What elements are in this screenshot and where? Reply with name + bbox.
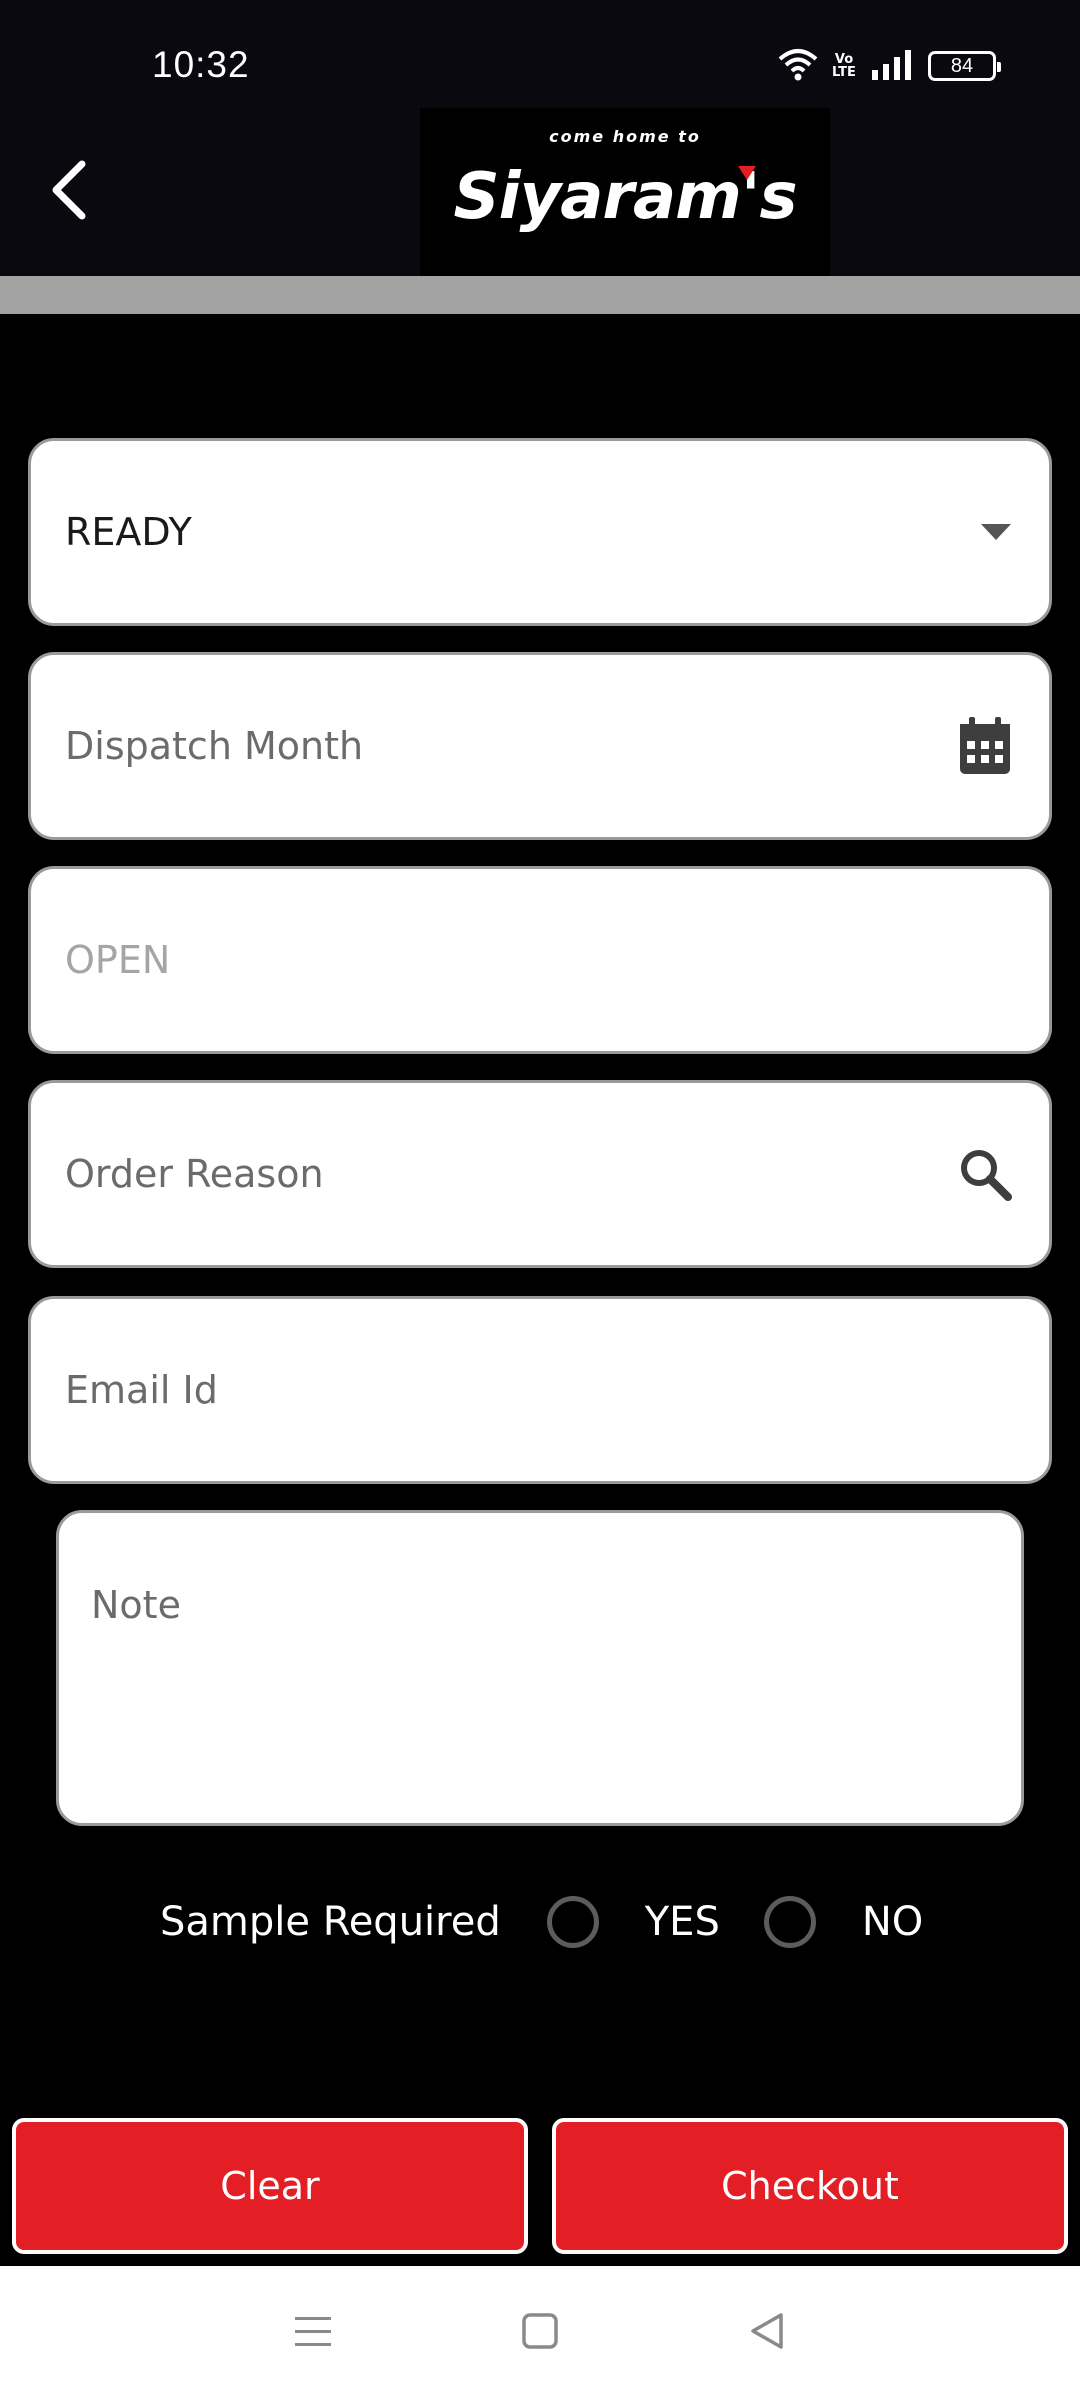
header-divider xyxy=(0,276,1080,314)
dispatch-month-field[interactable]: Dispatch Month xyxy=(28,652,1052,840)
order-reason-placeholder: Order Reason xyxy=(65,1152,324,1196)
dispatch-month-placeholder: Dispatch Month xyxy=(65,724,364,768)
signal-icon xyxy=(870,48,914,84)
note-placeholder: Note xyxy=(91,1583,181,1627)
wifi-icon xyxy=(778,47,818,85)
note-field[interactable]: Note xyxy=(56,1510,1024,1826)
system-nav-bar xyxy=(0,2266,1080,2400)
sample-required-label: Sample Required xyxy=(160,1899,501,1945)
status-time: 10:32 xyxy=(152,44,250,85)
home-button[interactable] xyxy=(500,2293,580,2373)
caret-down-icon xyxy=(979,522,1013,542)
status-select[interactable]: READY xyxy=(28,438,1052,626)
brand-logo: come home to Siyaram's xyxy=(420,108,830,276)
back-triangle-icon xyxy=(747,2311,787,2355)
logo-tagline: come home to xyxy=(549,127,701,146)
app-header: come home to Siyaram's xyxy=(0,108,1080,276)
chevron-left-icon xyxy=(46,158,90,226)
calendar-icon[interactable] xyxy=(957,715,1013,777)
logo-accent-mark xyxy=(738,166,756,180)
sample-yes-label: YES xyxy=(644,1899,720,1945)
status-bar: 10:32 Vo LTE 84 xyxy=(0,0,1080,108)
sample-yes-radio[interactable] xyxy=(546,1896,599,1948)
search-icon[interactable] xyxy=(957,1146,1013,1202)
logo-name: Siyaram's xyxy=(453,160,797,234)
sample-required-group: Sample Required YES NO xyxy=(160,1884,967,1960)
sample-no-label: NO xyxy=(861,1899,924,1945)
order-reason-field[interactable]: Order Reason xyxy=(28,1080,1052,1268)
email-placeholder: Email Id xyxy=(65,1368,218,1412)
menu-icon xyxy=(293,2313,333,2353)
back-button[interactable] xyxy=(28,152,108,232)
order-status-value: OPEN xyxy=(65,938,171,982)
menu-button[interactable] xyxy=(273,2293,353,2373)
battery-indicator: 84 xyxy=(928,51,1001,81)
clear-button[interactable]: Clear xyxy=(12,2118,528,2254)
sample-no-radio[interactable] xyxy=(763,1896,816,1948)
status-icons: Vo LTE 84 xyxy=(778,46,1001,86)
system-back-button[interactable] xyxy=(727,2293,807,2373)
status-select-value: READY xyxy=(65,510,192,554)
volte-label: Vo LTE xyxy=(832,52,856,80)
home-square-icon xyxy=(520,2311,560,2355)
email-field[interactable]: Email Id xyxy=(28,1296,1052,1484)
order-status-field[interactable]: OPEN xyxy=(28,866,1052,1054)
checkout-button[interactable]: Checkout xyxy=(552,2118,1068,2254)
